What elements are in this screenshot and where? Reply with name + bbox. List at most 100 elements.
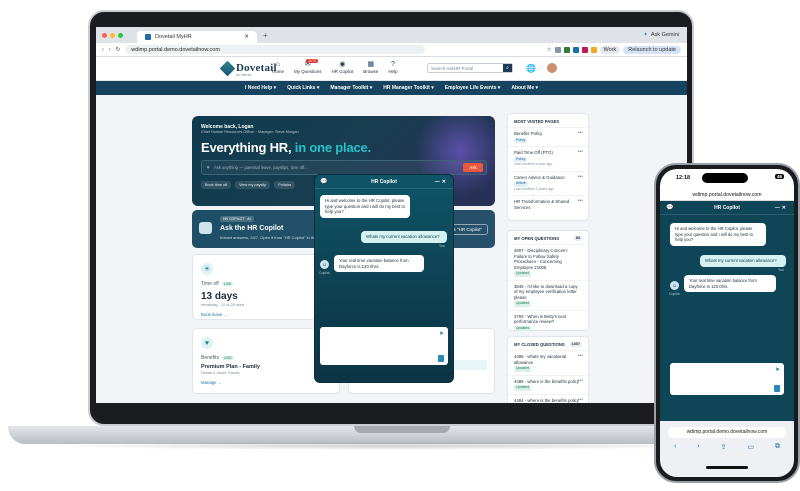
ask-button[interactable]: Ask [463,163,483,172]
browser-tabbar: Dovetail MyHR ✕ + ✦ Ask Gemini [96,27,687,43]
menu-hr-manager-toolkit[interactable]: HR Manager Toolkit ▾ [383,85,433,91]
list-item[interactable]: 4484 - where is the benefits policy ••• [508,393,588,404]
minimize-icon[interactable]: — [435,179,442,185]
close-window-button[interactable] [102,32,107,38]
more-icon[interactable]: ••• [578,353,583,360]
language-globe-icon[interactable]: 🌐 [526,64,536,73]
back-icon[interactable]: ‹ [102,47,104,53]
search-input[interactable]: Search AskHR Portal ⌕ [427,63,513,73]
tabs-icon[interactable]: ⧉ [775,443,780,451]
chip-view-payslip[interactable]: View my payslip [235,181,271,189]
more-icon[interactable]: ••• [578,149,583,156]
nav-home[interactable]: ⌂ Home [272,61,284,74]
share-icon[interactable]: ⇪ [721,443,727,451]
laptop-screen: Dovetail MyHR ✕ + ✦ Ask Gemini ‹ › ↻ wdi… [96,27,687,403]
window-actions: —✕ [775,205,788,211]
close-tab-icon[interactable]: ✕ [244,34,249,40]
bookmarks-icon[interactable]: ▭ [747,443,754,451]
send-icon[interactable]: ➤ [775,366,780,373]
user-avatar[interactable] [547,63,557,73]
open-questions-count: 83 [573,236,582,241]
menu-i-need-help[interactable]: I Need Help ▾ [245,85,276,91]
status-badge: Updated [514,271,532,277]
back-icon[interactable]: ‹ [674,443,676,451]
list-item[interactable]: Benefits Policy Policy ••• [508,127,588,146]
closed-questions-panel: MY CLOSED QUESTIONS 1407 4486 - whats my … [507,336,589,403]
list-item[interactable]: 3848 - I'd like to download a copy of my… [508,279,588,310]
send-icon[interactable]: ➤ [439,330,444,337]
nav-browse[interactable]: ▦ Browse [363,61,378,74]
open-questions-header: MY OPEN QUESTIONS 83 [508,231,588,244]
relaunch-button[interactable]: Relaunch to update [623,45,681,54]
bookmark-star-icon[interactable]: ☆ [547,47,552,53]
nav-my-questions[interactable]: ✉ 1172 My Questions [294,59,322,74]
menu-quick-links[interactable]: Quick Links ▾ [287,85,319,91]
extension-icon[interactable] [554,46,561,53]
nav-home-label: Home [272,69,285,74]
more-icon[interactable]: ••• [578,198,583,205]
item-tag: Article [514,181,528,187]
minimize-window-button[interactable] [110,32,115,38]
ask-gemini-button[interactable]: ✦ Ask Gemini [643,32,679,38]
nav-help[interactable]: ? Help [388,61,397,74]
chip-policies[interactable]: Policies [274,181,296,189]
browser-tab[interactable]: Dovetail MyHR ✕ [137,31,257,43]
dovetail-logo[interactable]: Dovetail by Interax [219,60,277,77]
list-item[interactable]: 3793 - When is Betty's next performance … [508,309,588,335]
status-badge: Updated [514,385,532,391]
reload-icon[interactable]: ↻ [116,47,121,53]
ask-anything-input[interactable]: ✦ Ask anything — parental leave, payslip… [201,160,487,175]
attach-file-icon[interactable] [774,385,780,392]
profile-button[interactable]: Work [599,45,621,54]
extension-icon[interactable] [581,46,588,53]
extension-icon[interactable] [572,46,579,53]
menu-manager-toolkit[interactable]: Manager Toolkit ▾ [330,85,372,91]
user-caption: You [439,244,445,248]
list-item[interactable]: Paid Time Off (PTO) Policy Last modified a… [508,146,588,171]
open-questions-panel: MY OPEN QUESTIONS 83 4807 - Disciplinary … [507,230,589,342]
closed-questions-header: MY CLOSED QUESTIONS 1407 [508,337,588,350]
extension-icon[interactable] [590,46,597,53]
list-item[interactable]: Career Advice & Guidance Article Last modi… [508,170,588,196]
close-icon[interactable]: ✕ [442,179,448,185]
extension-icon[interactable] [563,46,570,53]
phone-copilot-input[interactable]: ➤ [670,363,784,395]
new-tab-button[interactable]: + [263,31,268,40]
maximize-window-button[interactable] [118,32,123,38]
copilot-avatar-icon: ☺ [670,281,679,290]
list-item[interactable]: 4486 - whats my vacational allowance Upda… [508,350,588,375]
list-item[interactable]: 4485 - where is the benefits policy Updat… [508,374,588,394]
list-item-title: Paid Time Off (PTO) [514,150,553,155]
more-icon[interactable]: ••• [578,378,583,385]
list-item-title: 4486 - whats my vacational allowance [514,354,567,365]
book-leave-link[interactable]: Book leave → [201,312,228,317]
address-url: wdimp.portal.demo.dovetailnow.com [131,46,220,53]
more-icon[interactable]: ••• [578,174,583,181]
phone-copilot-title: HR Copilot [714,204,740,211]
copilot-message-input[interactable]: ➤ [320,327,448,365]
minimize-icon[interactable]: — [775,205,782,211]
nav-hr-copilot[interactable]: ◉ HR Copilot [332,61,354,74]
phone-address-bar[interactable]: wdimp.portal.demo.dovetailnow.com [668,427,786,438]
more-icon[interactable]: ••• [578,130,583,137]
list-item[interactable]: 4807 - Disciplinary Concern: Failure to … [508,244,588,280]
laptop-shadow [40,442,740,450]
hr-copilot-window: 💬 HR Copilot —✕ Hi and welcome to the HR… [314,174,454,383]
benefits-plan: Premium Plan - Family [201,364,260,370]
menu-employee-life-events[interactable]: Employee Life Events ▾ [445,85,501,91]
address-bar[interactable]: wdimp.portal.demo.dovetailnow.com [125,45,426,54]
live-badge: LIVE [222,356,234,360]
chip-book-time-off[interactable]: Book time off [201,181,232,189]
close-icon[interactable]: ✕ [782,205,788,211]
most-visited-heading: MOST VISITED PAGES [514,119,560,124]
search-button[interactable]: ⌕ [503,64,512,72]
menu-about-me[interactable]: About Me ▾ [511,85,538,91]
list-item[interactable]: HR Transformation & Shared Services ••• [508,195,588,213]
list-item-title: 4807 - Disciplinary Concern: Failure to … [514,248,568,270]
attach-file-icon[interactable] [438,355,444,362]
manage-benefits-link[interactable]: Manage → [201,380,222,385]
forward-icon[interactable]: › [697,443,699,451]
more-icon[interactable]: ••• [578,397,583,404]
banner-title: Ask the HR Copilot [220,225,284,232]
forward-icon[interactable]: › [109,47,111,53]
